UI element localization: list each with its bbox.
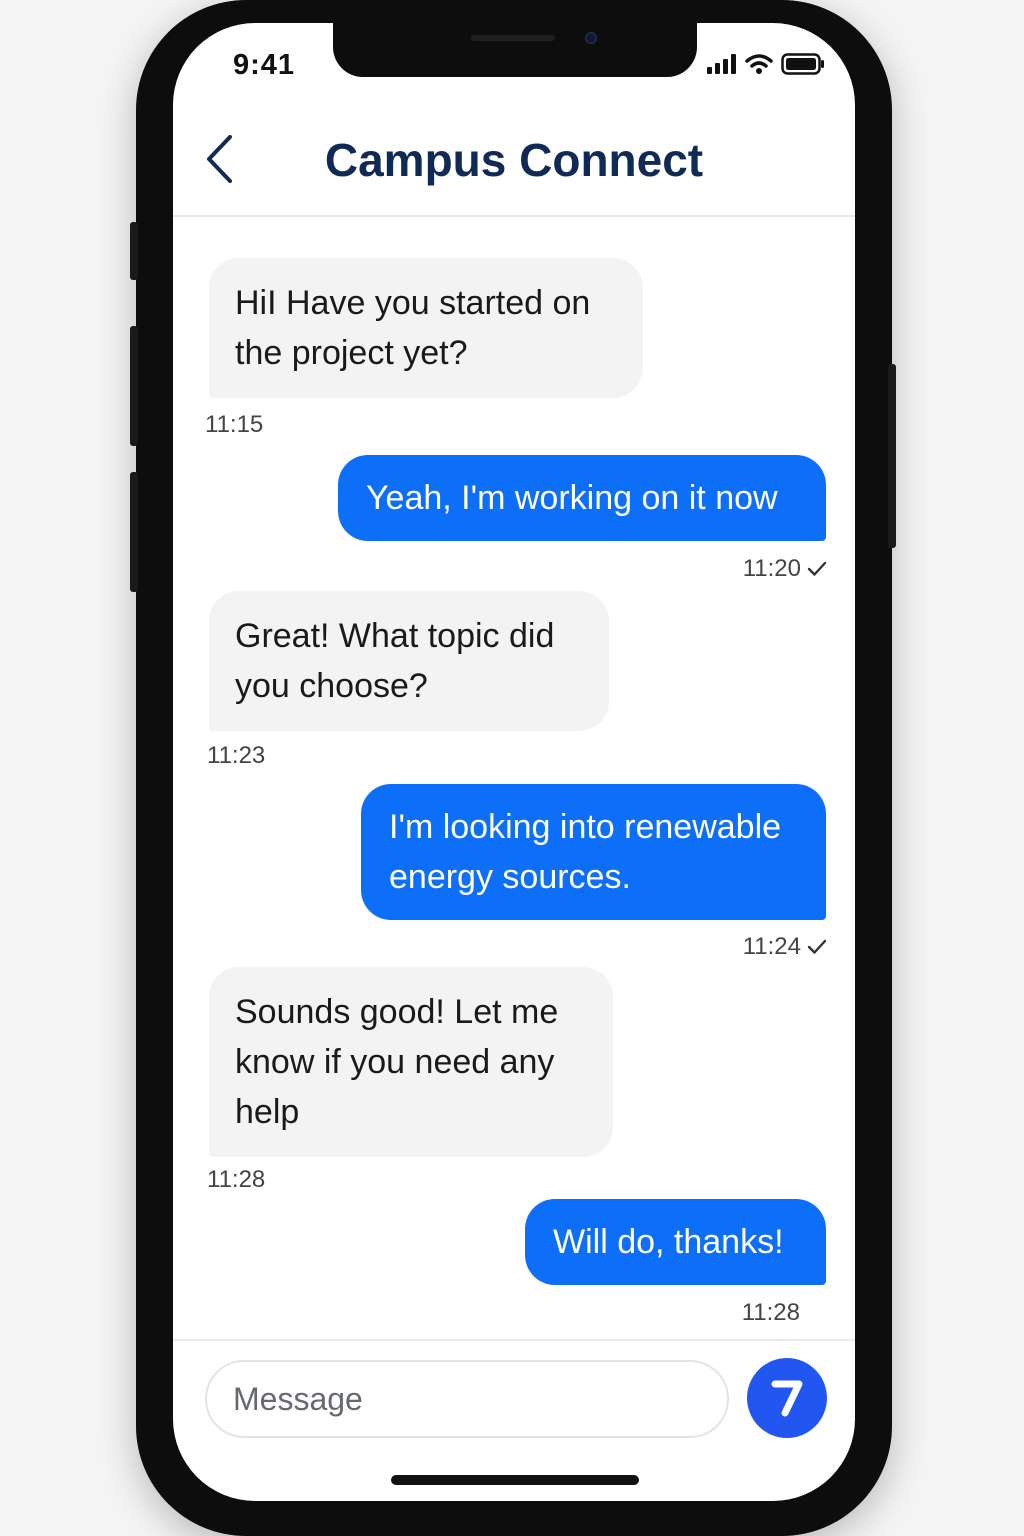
message-text: Will do, thanks! xyxy=(553,1223,784,1261)
chat-header: Campus Connect xyxy=(173,115,855,217)
message-text: Great! What topic did you choose? xyxy=(235,617,555,705)
message-timestamp: 11:28 xyxy=(207,1166,265,1194)
message-timestamp: 11:20 xyxy=(743,555,827,583)
volume-up-button xyxy=(130,326,138,446)
speaker-grille xyxy=(471,35,555,41)
composer-divider xyxy=(173,1339,855,1341)
timestamp-text: 11:24 xyxy=(742,933,801,960)
front-camera xyxy=(585,32,597,44)
timestamp-text: 11:20 xyxy=(742,555,801,582)
mute-switch xyxy=(130,222,138,280)
power-button xyxy=(888,364,896,548)
chat-title: Campus Connect xyxy=(324,134,704,186)
wifi-icon xyxy=(745,54,773,74)
timestamp-text: 11:23 xyxy=(207,742,266,769)
message-text: Sounds good! Let me know if you need any… xyxy=(235,993,559,1131)
phone-screen: 9:41 Campus Connect HiI Have you started… xyxy=(173,23,855,1501)
message-bubble-incoming[interactable]: HiI Have you started on the project yet? xyxy=(209,258,643,398)
message-bubble-incoming[interactable]: Sounds good! Let me know if you need any… xyxy=(209,967,613,1157)
message-text: I'm looking into renewable energy source… xyxy=(389,808,782,896)
timestamp-text: 11:28 xyxy=(741,1299,800,1326)
message-bubble-outgoing[interactable]: I'm looking into renewable energy source… xyxy=(361,784,826,920)
timestamp-text: 11:15 xyxy=(205,411,264,438)
message-timestamp: 11:24 xyxy=(743,933,827,961)
message-bubble-outgoing[interactable]: Will do, thanks! xyxy=(525,1199,826,1285)
send-button[interactable] xyxy=(747,1358,827,1438)
notch xyxy=(333,23,697,77)
message-text: Yeah, I'm working on it now xyxy=(366,479,778,517)
message-timestamp: 11:15 xyxy=(205,411,263,439)
battery-icon xyxy=(781,53,824,75)
timestamp-text: 11:28 xyxy=(207,1166,266,1193)
message-timestamp: 11:23 xyxy=(207,742,265,770)
message-timestamp: 11:28 xyxy=(742,1299,800,1327)
check-icon xyxy=(807,561,827,576)
message-bubble-incoming[interactable]: Great! What topic did you choose? xyxy=(209,591,609,731)
home-indicator[interactable] xyxy=(391,1475,639,1485)
send-icon xyxy=(771,1380,803,1417)
status-time: 9:41 xyxy=(233,49,296,81)
message-bubble-outgoing[interactable]: Yeah, I'm working on it now xyxy=(338,455,826,541)
message-input[interactable] xyxy=(205,1360,729,1438)
signal-icon xyxy=(707,54,736,74)
status-icons xyxy=(707,53,825,75)
volume-down-button xyxy=(130,472,138,592)
check-icon xyxy=(807,939,827,954)
message-text: HiI Have you started on the project yet? xyxy=(235,284,591,372)
